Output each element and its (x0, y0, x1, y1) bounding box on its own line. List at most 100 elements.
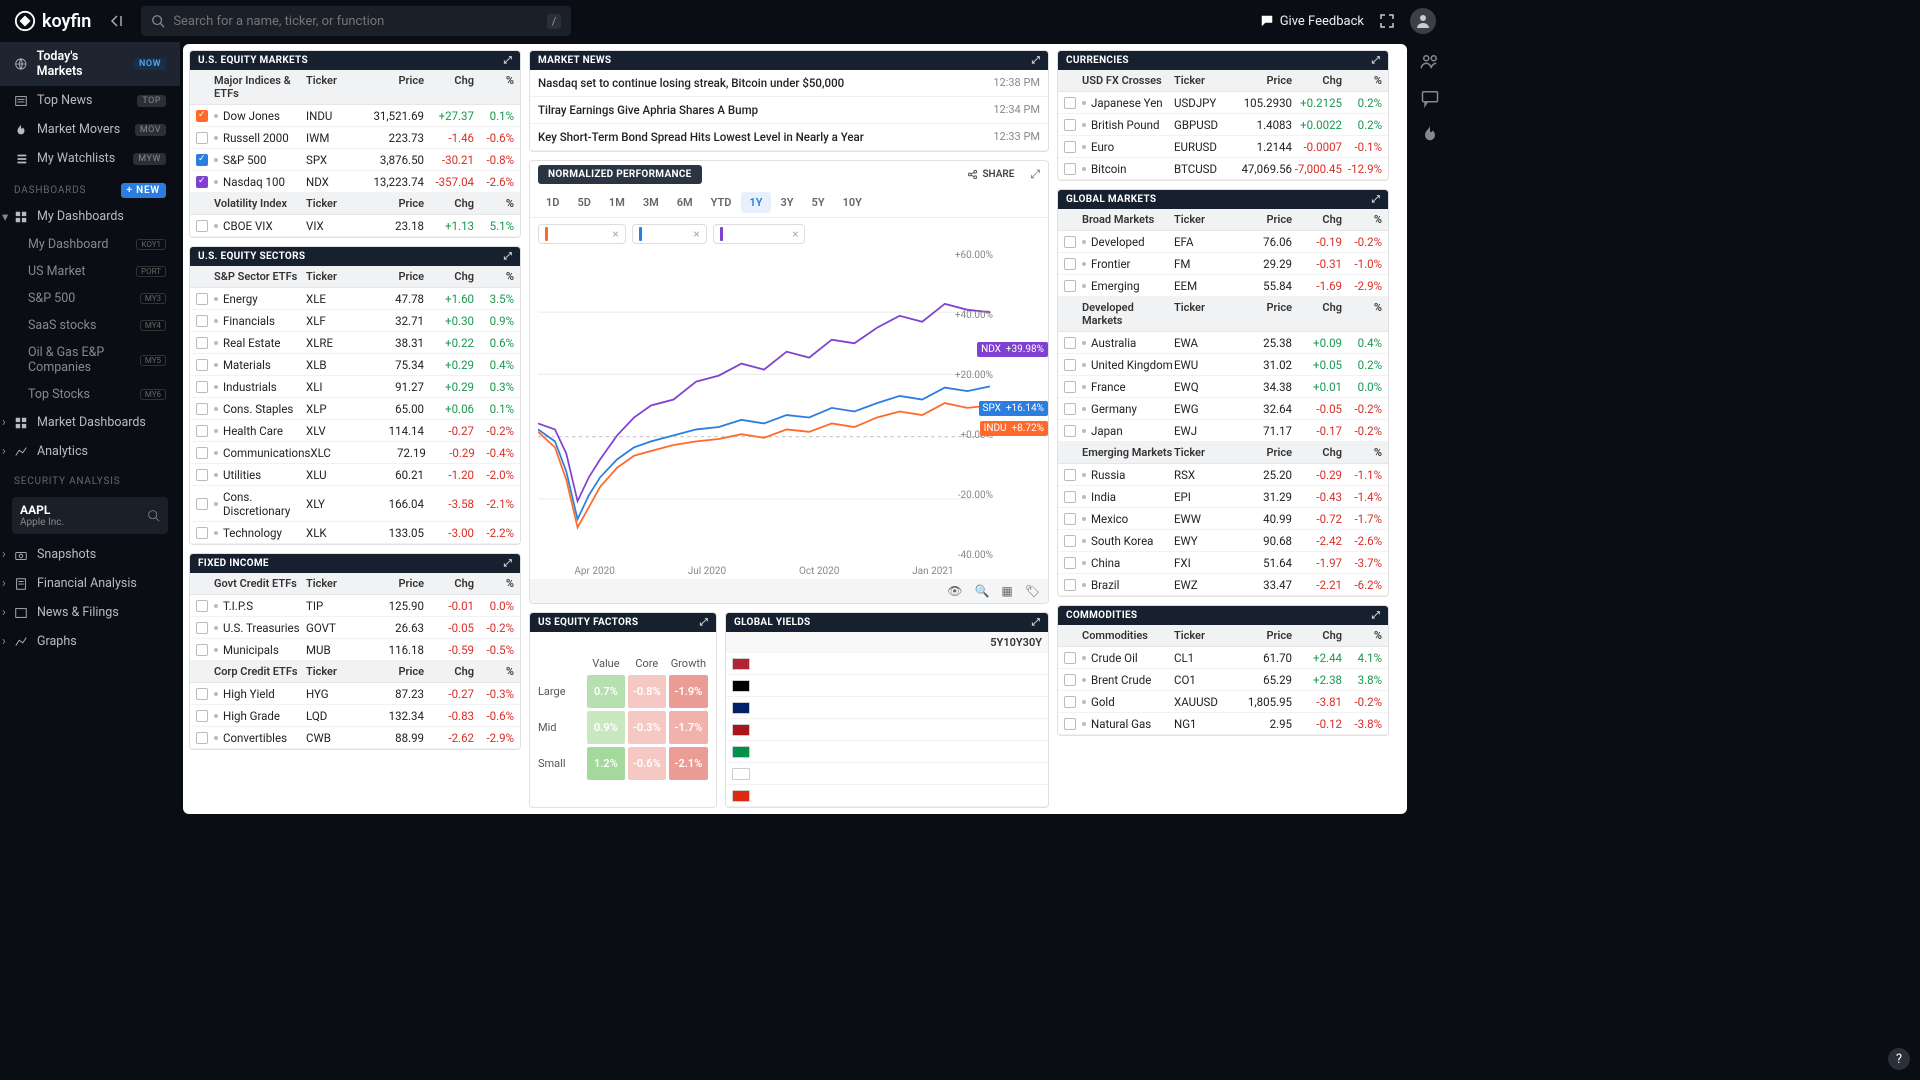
table-row[interactable]: AustraliaEWA25.38+0.090.4% (1058, 332, 1388, 354)
checkbox[interactable] (196, 359, 208, 371)
table-row[interactable]: FinancialsXLF32.71+0.300.9% (190, 310, 520, 332)
range-5Y[interactable]: 5Y (804, 192, 833, 213)
checkbox[interactable] (1064, 513, 1076, 525)
table-row[interactable]: Nasdaq 100NDX13,223.74-357.04-2.6% (190, 171, 520, 193)
checkbox[interactable] (196, 110, 208, 122)
checkbox[interactable] (196, 403, 208, 415)
dashboard-item[interactable]: S&P 500MY3 (0, 285, 180, 312)
checkbox[interactable] (1064, 674, 1076, 686)
table-row[interactable]: MexicoEWW40.99-0.72-1.7% (1058, 508, 1388, 530)
expand-icon[interactable]: ⤢ (700, 617, 708, 628)
new-dashboard-button[interactable]: + NEW (121, 183, 166, 198)
remove-chip-icon[interactable]: × (792, 227, 798, 241)
news-item[interactable]: Key Short-Term Bond Spread Hits Lowest L… (530, 124, 1048, 151)
grid-icon[interactable]: ▦ (1001, 584, 1012, 598)
factor-cell[interactable]: -2.1% (669, 747, 708, 780)
checkbox[interactable] (1064, 718, 1076, 730)
table-row[interactable]: Real EstateXLRE38.31+0.220.6% (190, 332, 520, 354)
checkbox[interactable] (196, 337, 208, 349)
series-chip[interactable]: S&P 500× (632, 224, 707, 244)
checkbox[interactable] (196, 688, 208, 700)
expand-icon[interactable]: ⤢ (504, 251, 512, 262)
table-row[interactable]: CBOE VIXVIX23.18+1.135.1% (190, 215, 520, 237)
checkbox[interactable] (1064, 425, 1076, 437)
checkbox[interactable] (196, 381, 208, 393)
performance-chart[interactable] (538, 250, 990, 561)
user-avatar[interactable] (1410, 8, 1436, 34)
sidebar-item-my-watchlists[interactable]: My WatchlistsMYW (0, 144, 180, 173)
table-row[interactable]: EmergingEEM55.84-1.69-2.9% (1058, 275, 1388, 297)
sidebar-item-my-dashboards[interactable]: ▾My Dashboards (0, 202, 180, 231)
factor-cell[interactable]: -0.3% (628, 711, 666, 744)
remove-chip-icon[interactable]: × (612, 227, 618, 241)
checkbox[interactable] (1064, 491, 1076, 503)
factor-cell[interactable]: -0.6% (628, 747, 666, 780)
yield-row[interactable]: Italy0.051%0.599%1.534% (726, 741, 1048, 763)
feedback-button[interactable]: Give Feedback (1260, 14, 1364, 29)
checkbox[interactable] (1064, 359, 1076, 371)
factor-cell[interactable]: -0.8% (628, 675, 666, 708)
table-row[interactable]: Crude OilCL161.70+2.444.1% (1058, 647, 1388, 669)
sidebar-item-news-filings[interactable]: ›News & Filings (0, 598, 180, 627)
zoom-icon[interactable]: 🔍 (974, 584, 989, 598)
checkbox[interactable] (1064, 119, 1076, 131)
table-row[interactable]: GermanyEWG32.64-0.05-0.2% (1058, 398, 1388, 420)
checkbox[interactable] (1064, 141, 1076, 153)
sidebar-item-today-s-markets[interactable]: Today's MarketsNOW (0, 42, 180, 86)
checkbox[interactable] (1064, 696, 1076, 708)
news-item[interactable]: Tilray Earnings Give Aphria Shares A Bum… (530, 97, 1048, 124)
table-row[interactable]: TechnologyXLK133.05-3.00-2.2% (190, 522, 520, 544)
range-YTD[interactable]: YTD (703, 192, 740, 213)
range-6M[interactable]: 6M (669, 192, 701, 213)
checkbox[interactable] (196, 447, 208, 459)
series-chip[interactable]: Nasdaq 100× (713, 224, 806, 244)
checkbox[interactable] (196, 176, 208, 188)
dashboard-item[interactable]: My DashboardKOY1 (0, 231, 180, 258)
range-1Y[interactable]: 1Y (741, 192, 770, 213)
checkbox[interactable] (1064, 258, 1076, 270)
factor-cell[interactable]: 1.2% (587, 747, 625, 780)
range-1D[interactable]: 1D (538, 192, 567, 213)
expand-icon[interactable]: ⤢ (1032, 55, 1040, 66)
checkbox[interactable] (196, 220, 208, 232)
range-5D[interactable]: 5D (569, 192, 598, 213)
yield-row[interactable]: United Kingdom0.269%0.689%1.255% (726, 697, 1048, 719)
checkbox[interactable] (196, 527, 208, 539)
table-row[interactable]: ConvertiblesCWB88.99-2.62-2.9% (190, 727, 520, 749)
table-row[interactable]: DevelopedEFA76.06-0.19-0.2% (1058, 231, 1388, 253)
checkbox[interactable] (1064, 579, 1076, 591)
remove-chip-icon[interactable]: × (693, 227, 699, 241)
table-row[interactable]: British PoundGBPUSD1.4083+0.00220.2% (1058, 114, 1388, 136)
table-row[interactable]: CommunicationsXLC72.19-0.29-0.4% (190, 442, 520, 464)
table-row[interactable]: High YieldHYG87.23-0.27-0.3% (190, 683, 520, 705)
checkbox[interactable] (1064, 403, 1076, 415)
factor-cell[interactable]: -1.7% (669, 711, 708, 744)
sidebar-item-analytics[interactable]: ›Analytics (0, 437, 180, 466)
series-chip[interactable]: Dow Jones× (538, 224, 626, 244)
sidebar-item-market-dashboards[interactable]: ›Market Dashboards (0, 408, 180, 437)
table-row[interactable]: Cons. StaplesXLP65.00+0.060.1% (190, 398, 520, 420)
checkbox[interactable] (1064, 280, 1076, 292)
table-row[interactable]: United KingdomEWU31.02+0.050.2% (1058, 354, 1388, 376)
checkbox[interactable] (1064, 535, 1076, 547)
share-button[interactable]: SHARE (967, 169, 1014, 180)
table-row[interactable]: High GradeLQD132.34-0.83-0.6% (190, 705, 520, 727)
news-item[interactable]: Nasdaq set to continue losing streak, Bi… (530, 70, 1048, 97)
table-row[interactable]: IndiaEPI31.29-0.43-1.4% (1058, 486, 1388, 508)
dashboard-item[interactable]: Oil & Gas E&P CompaniesMY5 (0, 339, 180, 381)
expand-icon[interactable]: ⤢ (1030, 167, 1040, 182)
table-row[interactable]: FrontierFM29.29-0.31-1.0% (1058, 253, 1388, 275)
checkbox[interactable] (196, 644, 208, 656)
yield-row[interactable]: Japan-0.089%0.122%0.705% (726, 763, 1048, 785)
table-row[interactable]: EuroEURUSD1.2144-0.0007-0.1% (1058, 136, 1388, 158)
table-row[interactable]: T.I.P.STIP125.90-0.010.0% (190, 595, 520, 617)
checkbox[interactable] (196, 425, 208, 437)
table-row[interactable]: Dow JonesINDU31,521.69+27.370.1% (190, 105, 520, 127)
table-row[interactable]: JapanEWJ71.17-0.17-0.2% (1058, 420, 1388, 442)
help-button[interactable]: ? (1888, 1048, 1910, 1070)
factor-cell[interactable]: -1.9% (669, 675, 708, 708)
table-row[interactable]: GoldXAUUSD1,805.95-3.81-0.2% (1058, 691, 1388, 713)
range-3M[interactable]: 3M (635, 192, 667, 213)
dashboard-item[interactable]: SaaS stocksMY4 (0, 312, 180, 339)
table-row[interactable]: UtilitiesXLU60.21-1.20-2.0% (190, 464, 520, 486)
